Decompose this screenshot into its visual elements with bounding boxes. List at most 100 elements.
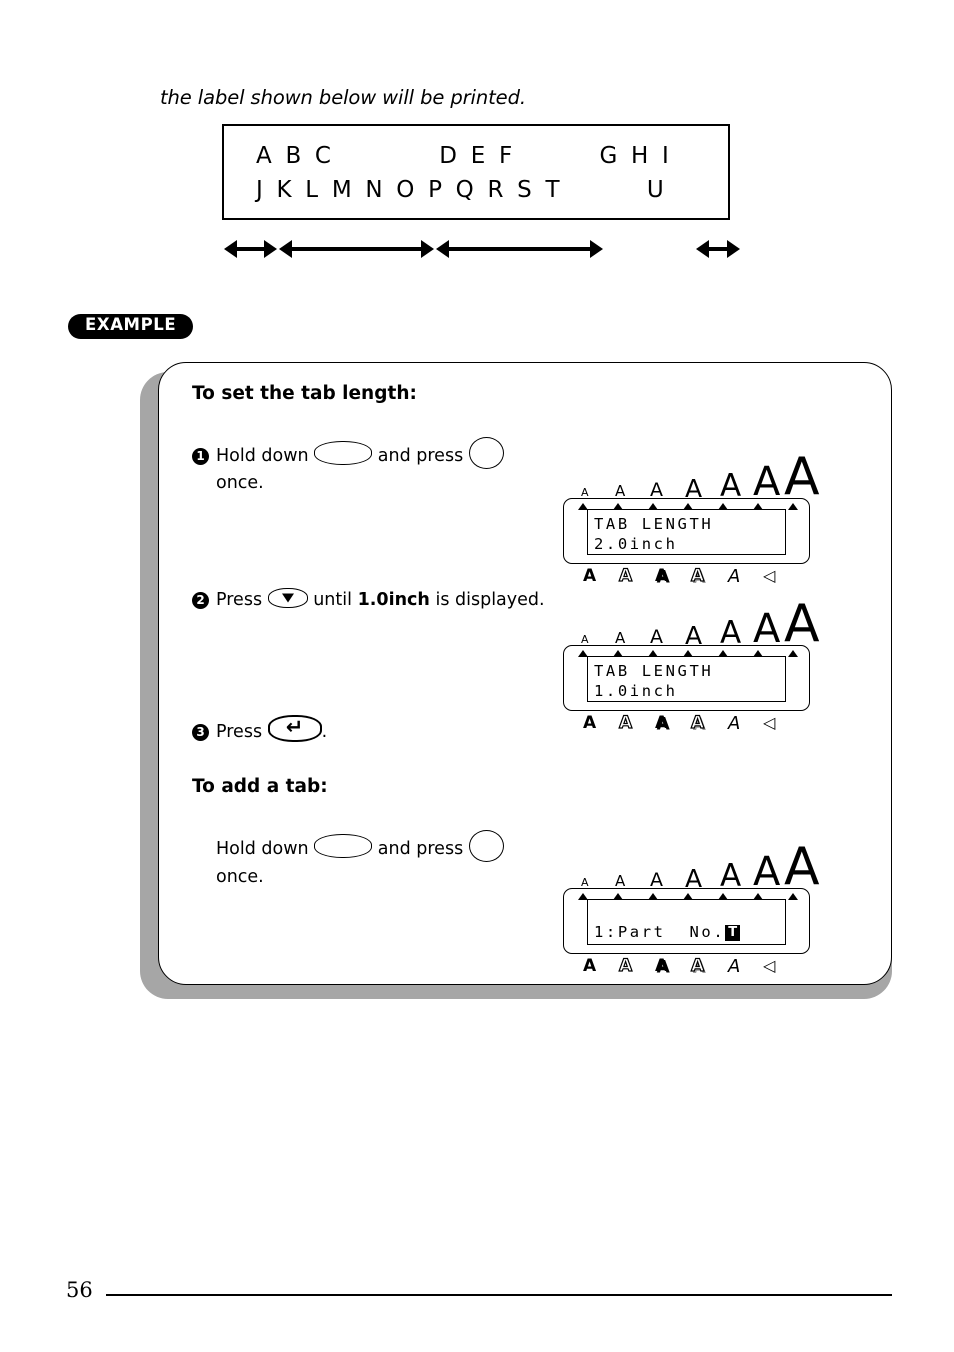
lcd-screen-2: TAB LENGTH 1.0inch [587,656,786,702]
style-indicator-outline: A [618,956,633,976]
size-scale-a-2: A [615,482,626,501]
tab-measure-arrows [0,236,954,262]
size-scale-a-6: A [753,458,781,505]
style-indicator-outline-shadow: A [690,713,705,733]
lcd-size-scale-1: A A A A A A A [581,452,820,505]
lcd-tab-length-1: A A A A A A A TAB LENGTH 1.0inch A A A A… [563,599,820,733]
heading-add-tab: To add a tab: [192,776,328,797]
arrow-head-right-2 [421,240,434,258]
add-tab-line-2: once. [216,867,264,887]
step-1-text-middle: and press [377,446,464,466]
arrow-head-right-3 [590,240,603,258]
return-key-button[interactable]: ↵ [267,714,322,742]
lcd-line-2: 2.0inch [594,535,678,553]
size-scale-a-4: A [685,473,703,503]
step-3-number: 3 [192,724,209,741]
size-scale-a-3: A [650,626,663,649]
lcd-line-1: TAB LENGTH [594,515,714,533]
style-indicator-italic: A [728,956,741,977]
footer-rule [106,1294,892,1297]
style-indicator-outline: A [618,566,633,586]
step-3-text-after-key: . [321,722,328,742]
size-scale-a-7: A [784,447,820,508]
page-number: 56 [66,1278,93,1302]
step-1: 1 Hold down and press [192,437,504,471]
lcd-size-scale-3: A A A A A A A [581,842,820,895]
style-indicator-outline-shadow: A [690,566,705,586]
lcd-screen-3: 1:Part No. T [587,899,786,945]
arrow-line-2 [289,247,424,251]
size-scale-a-5: A [720,614,742,651]
tab-key-button-2[interactable] [468,830,504,862]
code-key-button-2[interactable] [314,834,373,858]
size-scale-a-6: A [753,605,781,652]
add-tab-instruction: Hold down and press [216,830,504,864]
arrow-head-right-4 [727,240,740,258]
lcd-part-no: A A A A A A A 1:Part No. T A A A A A ◁ [563,842,820,976]
step-1-line-2: once. [216,473,264,493]
size-scale-a-7: A [784,837,820,898]
step-2-text-after-key-2: is displayed. [435,590,545,610]
lcd-tab-length-2: A A A A A A A TAB LENGTH 2.0inch A A A A… [563,452,820,586]
step-3-text-before-key: Press [216,722,263,742]
size-scale-a-5: A [720,857,742,894]
code-key-button[interactable] [314,441,373,465]
step-2-text-before-key: Press [216,590,263,610]
style-indicator-outline: A [618,713,633,733]
arrow-head-right-1 [264,240,277,258]
return-arrow-icon: ↵ [285,714,304,739]
size-scale-a-5: A [720,467,742,504]
size-scale-a-1: A [581,633,589,647]
lcd-marker-7 [788,649,798,657]
down-arrow-key-button[interactable] [267,588,308,608]
step-1-text-before-key: Hold down [216,446,309,466]
style-indicator-normal: A [583,713,597,733]
style-indicator-italic: A [728,566,741,587]
size-scale-a-3: A [650,479,663,502]
printed-label-box: A B C D E F G H I J K L M N O P Q R S T … [222,124,730,220]
step-1-number: 1 [192,448,209,465]
intro-caption: the label shown below will be printed. [160,86,526,109]
style-indicator-shadow: A [655,713,669,733]
lcd-line-text: 1:Part No. T [594,923,741,941]
tab-key-button[interactable] [468,437,504,469]
size-scale-a-1: A [581,486,589,500]
style-indicator-normal: A [583,956,597,976]
step-2-text-after-key-1: until [313,590,352,610]
lcd-style-indicators-2: A A A A A ◁ [583,713,793,737]
lcd-size-scale-2: A A A A A A A [581,599,820,652]
style-indicator-italic: A [728,713,741,734]
heading-set-tab-length: To set the tab length: [192,383,417,404]
add-tab-text-before-key: Hold down [216,839,309,859]
size-scale-a-2: A [615,629,626,648]
style-indicator-vertical: ◁ [763,713,776,732]
example-badge: EXAMPLE [68,314,194,339]
size-scale-a-4: A [685,620,703,650]
size-scale-a-7: A [784,594,820,655]
size-scale-a-6: A [753,848,781,895]
style-indicator-normal: A [583,566,597,586]
style-indicator-vertical: ◁ [763,956,776,975]
style-indicator-vertical: ◁ [763,566,776,585]
arrow-line-1 [234,247,267,251]
printed-label-line-2: J K L M N O P Q R S T U [256,177,667,203]
step-2: 2 Press until 1.0inch is displayed. [192,585,545,615]
step-2-value: 1.0inch [357,590,430,610]
lcd-part-no-text: 1:Part No. [594,923,726,941]
style-indicator-shadow: A [655,956,669,976]
lcd-screen-1: TAB LENGTH 2.0inch [587,509,786,555]
printed-label-line-1: A B C D E F G H I [256,143,673,169]
size-scale-a-4: A [685,863,703,893]
lcd-line-2: 1.0inch [594,682,678,700]
arrow-line-3 [446,247,593,251]
style-indicator-outline-shadow: A [690,956,705,976]
tab-cursor-block: T [725,925,741,941]
step-2-number: 2 [192,592,209,609]
lcd-marker-7 [788,892,798,900]
size-scale-a-3: A [650,869,663,892]
lcd-line-1: TAB LENGTH [594,662,714,680]
size-scale-a-1: A [581,876,589,890]
style-indicator-shadow: A [655,566,669,586]
add-tab-text-middle: and press [377,839,464,859]
chevron-down-icon [281,593,294,603]
